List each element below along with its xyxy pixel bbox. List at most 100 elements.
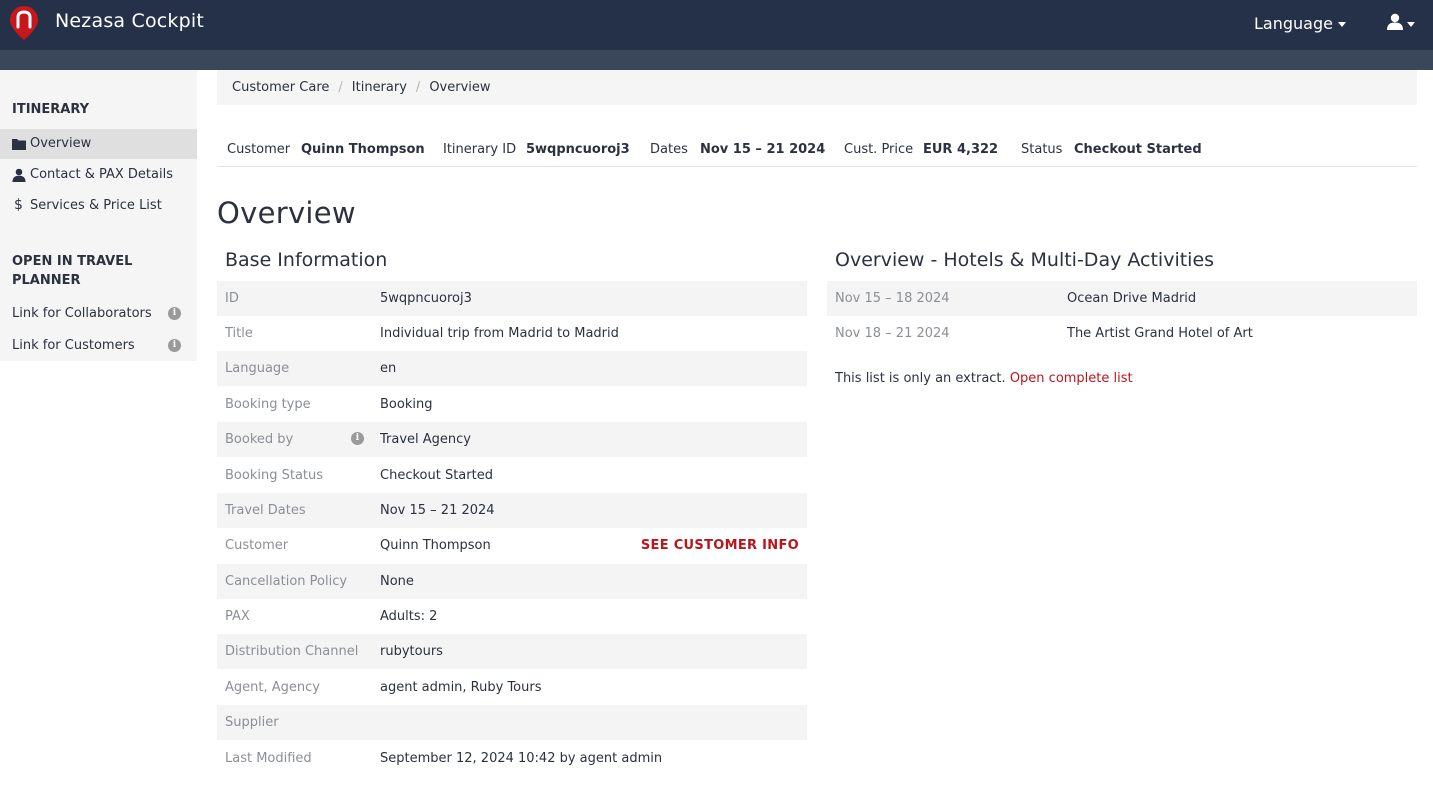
sidebar-heading-itinerary: ITINERARY (12, 102, 90, 117)
field-label: Customer (225, 538, 289, 553)
caret-down-icon (1337, 22, 1346, 27)
user-icon (12, 168, 26, 182)
table-row: Agent, Agency agent admin, Ruby Tours (217, 670, 807, 705)
field-label: Booked by (225, 432, 294, 447)
table-row: Distribution Channel rubytours (217, 634, 807, 669)
language-dropdown[interactable]: Language (1254, 14, 1346, 33)
sidebar-item-contact-pax[interactable]: Contact & PAX Details (0, 160, 197, 190)
sidebar-link-label: Link for Customers (12, 338, 135, 353)
field-value: Booking (380, 397, 433, 412)
table-row: Travel Dates Nov 15 – 21 2024 (217, 493, 807, 528)
field-label: Language (225, 361, 290, 376)
summary-status-label: Status (1021, 142, 1063, 157)
field-value: Travel Agency (380, 432, 471, 447)
sidebar-item-services-price-list[interactable]: $ Services & Price List (0, 191, 197, 221)
table-row: PAX Adults: 2 (217, 599, 807, 634)
field-value: agent admin, Ruby Tours (380, 680, 542, 695)
sidebar-link-label: Link for Collaborators (12, 306, 152, 321)
summary-itinerary-label: Itinerary ID (443, 142, 517, 157)
table-row: Booked by i Travel Agency (217, 422, 807, 457)
breadcrumb-item[interactable]: Customer Care (232, 80, 329, 95)
sidebar-item-label: Services & Price List (30, 198, 162, 213)
summary-customer-label: Customer (227, 142, 291, 157)
see-customer-info-link[interactable]: SEE CUSTOMER INFO (641, 528, 799, 563)
user-icon (1387, 13, 1403, 30)
table-row: Cancellation Policy None (217, 564, 807, 599)
field-value: Nov 15 – 21 2024 (380, 503, 495, 518)
table-row: Language en (217, 351, 807, 386)
sidebar: ITINERARY Overview Contact & PAX Details… (0, 70, 197, 361)
hotel-dates: Nov 18 – 21 2024 (835, 326, 950, 341)
breadcrumb-item[interactable]: Itinerary (352, 80, 407, 95)
extract-note: This list is only an extract. Open compl… (835, 369, 1133, 389)
summary-price-label: Cust. Price (844, 142, 914, 157)
breadcrumb-item-current: Overview (429, 80, 491, 95)
field-value: en (380, 361, 397, 376)
table-row: Supplier (217, 705, 807, 740)
hotel-row: Nov 15 – 18 2024 Ocean Drive Madrid (827, 281, 1417, 316)
summary-customer-value: Quinn Thompson (301, 142, 425, 157)
breadcrumb-separator: / (338, 80, 343, 95)
table-row: ID 5wqpncuoroj3 (217, 281, 807, 316)
field-label: PAX (225, 609, 250, 624)
hotel-row: Nov 18 – 21 2024 The Artist Grand Hotel … (827, 316, 1417, 351)
summary-dates-value: Nov 15 – 21 2024 (700, 142, 826, 157)
open-complete-list-link[interactable]: Open complete list (1010, 371, 1133, 386)
user-menu-dropdown[interactable] (1386, 13, 1420, 35)
sidebar-link-collaborators[interactable]: Link for Collaborators i (0, 299, 197, 329)
sidebar-heading-travel-planner: OPEN IN TRAVEL PLANNER (12, 254, 133, 288)
field-value: rubytours (380, 644, 443, 659)
hotels-overview-title: Overview - Hotels & Multi-Day Activities (835, 249, 1215, 271)
field-value: Adults: 2 (380, 609, 438, 624)
breadcrumb-separator: / (415, 80, 421, 95)
folder-icon (12, 139, 26, 150)
hotel-name: The Artist Grand Hotel of Art (1067, 326, 1253, 341)
language-label: Language (1254, 14, 1333, 33)
table-row: Title Individual trip from Madrid to Mad… (217, 316, 807, 351)
summary-itinerary-value: 5wqpncuoroj3 (526, 142, 630, 157)
field-value: Quinn Thompson (380, 538, 491, 553)
summary-price-value: EUR 4,322 (923, 142, 999, 157)
field-label: Distribution Channel (225, 644, 359, 659)
info-icon[interactable]: i (351, 432, 364, 445)
sidebar-item-overview[interactable]: Overview (0, 129, 197, 159)
sidebar-link-customers[interactable]: Link for Customers i (0, 331, 197, 361)
field-value: Individual trip from Madrid to Madrid (380, 326, 619, 341)
field-value: 5wqpncuoroj3 (380, 291, 472, 306)
summary-status-value: Checkout Started (1074, 142, 1202, 157)
sub-navbar (0, 50, 1433, 70)
field-label: ID (225, 291, 239, 306)
hotel-dates: Nov 15 – 18 2024 (835, 291, 950, 306)
field-label: Booking type (225, 397, 311, 412)
info-icon[interactable]: i (168, 339, 181, 352)
app-brand[interactable]: Nezasa Cockpit (55, 10, 204, 32)
caret-down-icon (1407, 22, 1415, 27)
nezasa-logo-icon[interactable] (9, 5, 39, 41)
field-label: Travel Dates (225, 503, 306, 518)
field-label: Agent, Agency (225, 680, 320, 695)
base-information-title: Base Information (225, 249, 388, 271)
top-navbar: Nezasa Cockpit Language (0, 0, 1433, 50)
itinerary-summary-bar: Customer Quinn Thompson Itinerary ID 5wq… (217, 137, 1417, 167)
dollar-icon: $ (14, 197, 23, 213)
table-row: Customer Quinn Thompson SEE CUSTOMER INF… (217, 528, 807, 563)
field-label: Booking Status (225, 468, 324, 483)
field-label: Last Modified (225, 751, 312, 766)
summary-dates-label: Dates (650, 142, 688, 157)
table-row: Booking type Booking (217, 387, 807, 422)
hotel-name: Ocean Drive Madrid (1067, 291, 1197, 306)
field-label: Supplier (225, 715, 279, 730)
field-label: Cancellation Policy (225, 574, 348, 589)
page-title: Overview (217, 196, 356, 230)
breadcrumb: Customer Care / Itinerary / Overview (217, 70, 1417, 105)
sidebar-item-label: Overview (30, 136, 92, 151)
field-label: Title (225, 326, 253, 341)
field-value: None (380, 574, 414, 589)
info-icon[interactable]: i (168, 307, 181, 320)
table-row: Last Modified September 12, 2024 10:42 b… (217, 741, 807, 776)
sidebar-item-label: Contact & PAX Details (30, 167, 173, 182)
field-value: September 12, 2024 10:42 by agent admin (380, 751, 663, 766)
extract-text: This list is only an extract. (835, 371, 1006, 386)
table-row: Booking Status Checkout Started (217, 458, 807, 493)
field-value: Checkout Started (380, 468, 493, 483)
